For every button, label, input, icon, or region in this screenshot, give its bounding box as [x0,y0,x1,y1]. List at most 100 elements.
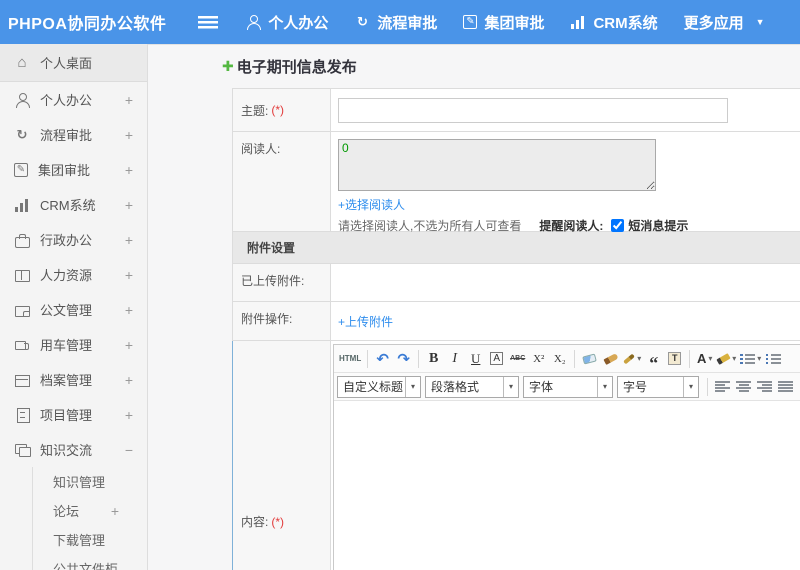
paste-icon[interactable]: T [664,347,685,370]
expand-icon[interactable]: + [125,407,133,423]
toolbar-separator [418,349,420,368]
expand-icon[interactable]: + [125,232,133,248]
expand-icon[interactable]: + [111,503,119,519]
expand-icon[interactable]: + [125,127,133,143]
nav-item-more-apps[interactable]: 更多应用 ▼ [671,0,778,44]
main-content: ✚ 电子期刊信息发布 主题: (*) 阅读人: 0 +选择阅读人 请选择阅读人,… [148,44,800,570]
sidebar-sublist: 知识管理 论坛 + 下载管理 公共文件柜 [32,467,147,570]
expand-icon[interactable]: + [125,372,133,388]
editor-content[interactable] [334,401,800,570]
nav-item-workflow-approval[interactable]: ↻ 流程审批 [341,0,450,44]
sidebar-item-group-approval[interactable]: ✎ 集团审批 + [0,152,147,187]
italic-icon[interactable]: I [444,347,465,370]
sidebar-item-human-resources[interactable]: 人力资源 + [0,257,147,292]
justify-icon[interactable] [775,375,796,398]
bold-icon[interactable]: B [423,347,444,370]
readers-label: 阅读人: [233,132,331,231]
editor-toolbar-row2: 自定义标题▾段落格式▾字体▾字号▾∞∞ [334,373,800,401]
align-right-icon[interactable] [754,375,775,398]
numlist-icon[interactable]: ▾ [738,347,763,370]
align-center-icon[interactable] [733,375,754,398]
caret-down-icon: ▾ [597,376,612,397]
nav-item-personal-office[interactable]: 个人办公 [232,0,341,44]
archive-icon [14,372,30,388]
upload-attachment-link[interactable]: +上传附件 [338,313,393,330]
sidebar-item-document-management[interactable]: 公文管理 + [0,292,147,327]
attachment-section-title: 附件设置 [247,241,296,255]
sms-checkbox[interactable] [611,219,625,232]
expand-icon[interactable]: + [125,197,133,213]
expand-icon[interactable]: + [125,162,133,178]
sidebar-item-label: CRM系统 [40,198,96,213]
html-icon[interactable]: HTML [337,347,363,370]
nav-item-group-approval[interactable]: ✎ 集团审批 [450,0,557,44]
strike-icon[interactable]: ABC [507,347,528,370]
choose-readers-link[interactable]: +选择阅读人 [338,196,405,213]
bullist-icon[interactable] [763,347,784,370]
fontbox-icon[interactable]: A [486,347,507,370]
link-icon[interactable]: ∞ [796,375,800,398]
required-mark: (*) [271,103,285,117]
marker-icon[interactable]: ▾ [715,347,738,370]
sidebar-subitem-download-management[interactable]: 下载管理 [33,525,147,554]
align-left-icon[interactable] [712,375,733,398]
sidebar-item-archive-management[interactable]: 档案管理 + [0,362,147,397]
expand-icon[interactable]: + [125,337,133,353]
sidebar-subitem-forum[interactable]: 论坛 + [33,496,147,525]
caret-down-icon: ▾ [503,376,518,397]
sidebar-subitem-public-file-cabinet[interactable]: 公共文件柜 [33,554,147,570]
sidebar-item-admin-office[interactable]: 行政办公 + [0,222,147,257]
editor-toolbar-row1: HTML ↶ ↷ B I U A ABC X² X₂ ▾ “T A ▾ ▾ ▾ [334,345,800,373]
chart-icon [570,14,586,30]
sidebar-item-label: 档案管理 [40,373,93,388]
edit-icon: ✎ [463,15,478,29]
sidebar-item-personal-office[interactable]: 个人办公 + [0,82,147,117]
menu-icon[interactable] [198,15,219,29]
sidebar-item-workflow-approval[interactable]: ↻ 流程审批 + [0,117,147,152]
readers-textarea[interactable]: 0 [338,139,656,191]
eraser-icon[interactable] [579,347,600,370]
sidebar-item-project-management[interactable]: 项目管理 + [0,397,147,432]
sidebar-item-label: 公文管理 [40,303,93,318]
subject-label-text: 主题: [241,103,269,118]
sidebar: ⌂ 个人桌面 个人办公 + ↻ 流程审批 + ✎ 集团审批 + CRM系统 + 行政办公 + 人力资源 + 公文… [0,44,148,570]
sup-icon[interactable]: X² [528,347,549,370]
editor-select-0[interactable]: 自定义标题 ▾ [337,375,421,398]
underline-icon[interactable]: U [465,347,486,370]
chart-icon [14,197,30,213]
sidebar-item-crm-system[interactable]: CRM系统 + [0,187,147,222]
sidebar-subitem-knowledge-management[interactable]: 知识管理 [33,467,147,496]
collapse-icon[interactable]: − [125,442,133,458]
fontcolor-icon[interactable]: A ▾ [694,347,715,370]
sidebar-item-label: 知识交流 [40,443,93,458]
undo-icon[interactable]: ↶ [372,347,393,370]
select-label: 自定义标题 [343,380,404,394]
app-window: PHPOA协同办公软件 个人办公 ↻ 流程审批 ✎ 集团审批 CRM系统 更多应用 ▼ ⌂ 个人… [0,0,800,570]
quote-icon[interactable]: “ [643,347,664,372]
nav-label: 个人办公 [268,14,329,32]
sub-icon[interactable]: X₂ [549,347,570,370]
attachment-ops-row: 附件操作: +上传附件 [232,302,800,341]
rich-text-editor: HTML ↶ ↷ B I U A ABC X² X₂ ▾ “T A ▾ ▾ ▾ 自定义标题 ▾ 段落格式 ▾ 字体 ▾ 字… [333,344,800,570]
brush-icon[interactable] [600,347,621,370]
expand-icon[interactable]: + [125,302,133,318]
nav-item-crm-system[interactable]: CRM系统 [557,0,670,44]
wand-icon[interactable]: ▾ [621,347,643,370]
uploaded-attachments-label: 已上传附件: [233,264,331,301]
editor-select-3[interactable]: 字号 ▾ [617,375,699,398]
editor-select-2[interactable]: 字体 ▾ [523,375,613,398]
sidebar-item-label: 用车管理 [40,338,93,353]
subject-input[interactable] [338,97,728,123]
toolbar-separator [367,349,369,368]
sidebar-item-knowledge-exchange[interactable]: 知识交流 − [0,432,147,467]
sidebar-item-personal-desktop[interactable]: ⌂ 个人桌面 [0,44,147,82]
sidebar-item-label: 集团审批 [38,163,91,178]
editor-select-1[interactable]: 段落格式 ▾ [425,375,519,398]
expand-icon[interactable]: + [125,267,133,283]
expand-icon[interactable]: + [125,92,133,108]
redo-icon[interactable]: ↷ [393,347,414,370]
sidebar-item-vehicle-management[interactable]: 用车管理 + [0,327,147,362]
page-title: 电子期刊信息发布 [236,58,357,76]
home-icon: ⌂ [17,53,27,71]
chat-icon [14,442,31,458]
